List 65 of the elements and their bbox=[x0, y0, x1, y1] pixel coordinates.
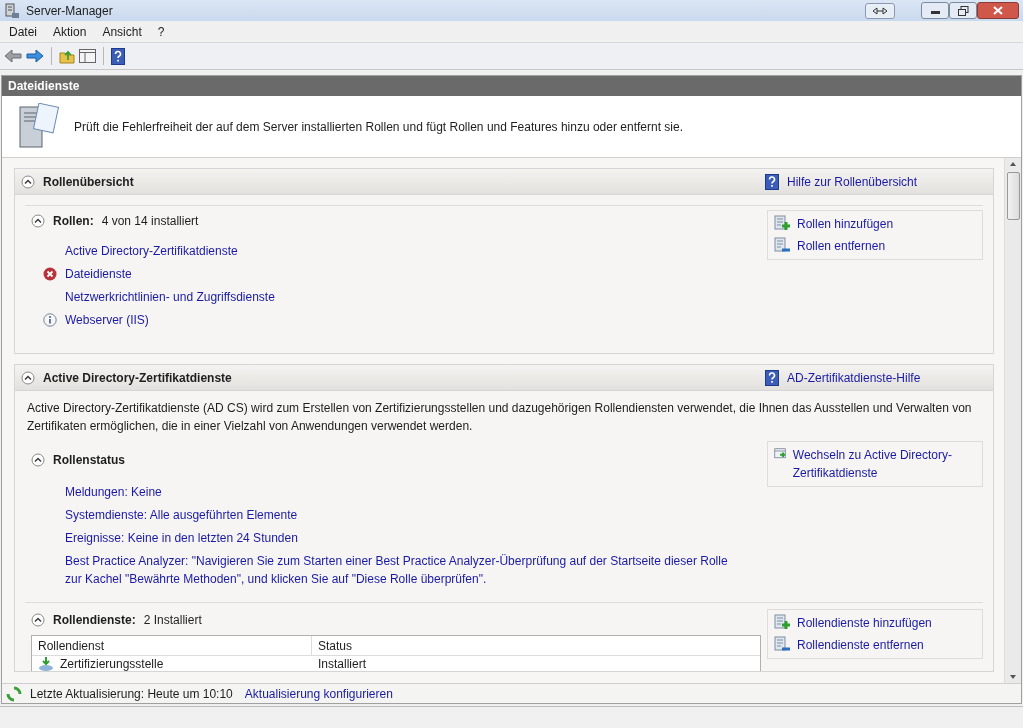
column-header[interactable]: Rollendienst bbox=[32, 636, 312, 655]
table-cell: Zertifizierungsstelle bbox=[60, 656, 164, 671]
section-title: Active Directory-Zertifikatdienste bbox=[43, 369, 232, 387]
role-services-label: Rollendienste: bbox=[53, 612, 136, 629]
role-link[interactable]: Netzwerkrichtlinien- und Zugriffsdienste bbox=[65, 288, 275, 306]
page-header: Dateidienste bbox=[2, 76, 1021, 96]
section-description: Active Directory-Zertifikatdienste (AD CS) wird zum Erstellen von Zertifizierungsstellen und dazugehörigen Rollendiensten verwendet, die Ihnen das Ausstellen und Verwalten von Zertifikaten ermöglichen, die in einer Vielzahl von Anwendungen verwendet werden. bbox=[27, 401, 972, 433]
role-link[interactable]: Dateidienste bbox=[65, 265, 132, 283]
scrollbar[interactable] bbox=[1004, 158, 1021, 683]
help-icon[interactable] bbox=[111, 47, 125, 65]
close-icon bbox=[993, 6, 1003, 15]
resize-button[interactable] bbox=[865, 2, 895, 19]
minimize-icon bbox=[930, 11, 940, 14]
server-icon bbox=[4, 2, 20, 19]
download-icon bbox=[38, 656, 54, 671]
restore-button[interactable] bbox=[949, 2, 977, 19]
double-arrow-icon bbox=[872, 6, 888, 15]
status-link[interactable]: Best Practice Analyzer: "Navigieren Sie zum Starten einer Best Practice Analyzer-Überprüfung auf der Startseite dieser Rolle zur Kachel "Bewährte Methoden", und klicken Sie auf "Diese Rolle überprüfen". bbox=[65, 552, 747, 588]
collapse-icon[interactable] bbox=[21, 370, 35, 385]
roles-count: 4 von 14 installiert bbox=[101, 213, 199, 230]
role-link[interactable]: Webserver (IIS) bbox=[65, 311, 149, 329]
folder-up-icon[interactable] bbox=[59, 48, 75, 64]
forward-arrow-icon[interactable] bbox=[26, 49, 44, 63]
action-link[interactable]: Rollen hinzufügen bbox=[797, 215, 894, 233]
action-link[interactable]: Rollendienste hinzufügen bbox=[797, 614, 932, 632]
collapse-icon[interactable] bbox=[31, 214, 45, 228]
help-link[interactable]: Hilfe zur Rollenübersicht bbox=[787, 172, 987, 191]
close-button[interactable] bbox=[977, 2, 1019, 19]
window-title: Server-Manager bbox=[26, 2, 113, 20]
action-link[interactable]: Rollen entfernen bbox=[797, 237, 886, 255]
collapse-icon[interactable] bbox=[31, 613, 45, 627]
page-description: Prüft die Fehlerfreiheit der auf dem Server installierten Rollen und fügt Rollen und Features hinzu oder entfernt sie. bbox=[74, 118, 683, 136]
configure-update-link[interactable]: Aktualisierung konfigurieren bbox=[244, 684, 393, 703]
subsection-title: Rollenstatus bbox=[53, 452, 125, 469]
menu-item[interactable]: Ansicht bbox=[97, 22, 147, 41]
section-title: Rollenübersicht bbox=[43, 173, 134, 191]
menu-item[interactable]: Datei bbox=[4, 22, 42, 41]
action-link[interactable]: Rollendienste entfernen bbox=[797, 636, 924, 654]
menu-item[interactable]: Aktion bbox=[48, 22, 92, 41]
last-update-text: Letzte Aktualisierung: Heute um 10:10 bbox=[30, 685, 233, 703]
role-services-count: 2 Installiert bbox=[143, 612, 202, 629]
roles-label: Rollen: bbox=[53, 213, 94, 230]
restore-icon bbox=[957, 5, 969, 16]
add-server-icon bbox=[774, 215, 791, 231]
refresh-icon bbox=[6, 685, 22, 702]
status-link[interactable]: Ereignisse: Keine in den letzten 24 Stunden bbox=[65, 529, 747, 547]
help-icon bbox=[765, 173, 779, 190]
menu-item[interactable]: ? bbox=[152, 22, 170, 41]
role-link[interactable]: Active Directory-Zertifikatdienste bbox=[65, 242, 238, 260]
remove-server-icon bbox=[774, 636, 791, 652]
server-document-icon bbox=[16, 102, 60, 151]
scroll-thumb[interactable] bbox=[1006, 172, 1020, 220]
minimize-button[interactable] bbox=[921, 2, 949, 19]
help-icon bbox=[765, 369, 779, 386]
column-header[interactable]: Status bbox=[312, 636, 760, 655]
add-server-icon bbox=[774, 614, 791, 630]
status-link[interactable]: Systemdienste: Alle ausgeführten Elemente bbox=[65, 506, 747, 524]
remove-server-icon bbox=[774, 237, 791, 253]
table-cell: Installiert bbox=[318, 656, 367, 671]
window-pane-icon[interactable] bbox=[79, 49, 96, 63]
collapse-icon[interactable] bbox=[21, 174, 35, 189]
status-link[interactable]: Meldungen: Keine bbox=[65, 483, 747, 501]
help-link[interactable]: AD-Zertifikatdienste-Hilfe bbox=[787, 368, 987, 387]
collapse-icon[interactable] bbox=[31, 453, 45, 467]
back-arrow-icon[interactable] bbox=[4, 49, 22, 63]
